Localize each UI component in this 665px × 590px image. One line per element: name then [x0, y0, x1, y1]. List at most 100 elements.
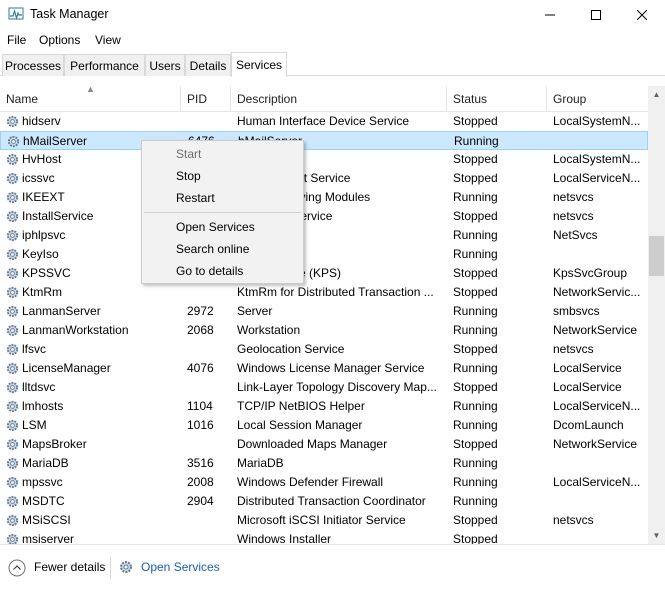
cell-status: Stopped: [453, 342, 498, 356]
cell-pid: 4076: [187, 361, 214, 375]
fewer-details-link[interactable]: Fewer details: [34, 560, 105, 574]
cell-status: Stopped: [453, 266, 498, 280]
scroll-up-icon[interactable]: ▲: [648, 86, 665, 103]
cell-status: Running: [454, 134, 499, 148]
cell-name: KtmRm: [22, 285, 62, 299]
cell-description: Windows Installer: [237, 532, 332, 544]
cell-group: NetworkService: [553, 323, 638, 337]
table-row[interactable]: MapsBroker Downloaded Maps Manager Stopped…: [0, 435, 648, 454]
table-row[interactable]: KPSSVCerver service (KPS)StoppedKpsSvcGr…: [0, 264, 648, 283]
table-row[interactable]: KeyIsoationRunning: [0, 245, 648, 264]
cell-pid: [187, 283, 229, 302]
table-row[interactable]: MSDTC 2904 Distributed Transaction Coordin…: [0, 492, 648, 511]
table-row[interactable]: IKEEXTIP IPsec Keying ModulesRunningnets…: [0, 188, 648, 207]
cell-status: Stopped: [453, 209, 498, 223]
cell-pid: 1104: [187, 399, 213, 413]
column-header-group[interactable]: Group: [547, 86, 648, 112]
cell-group: [554, 132, 648, 151]
table-row[interactable]: HvHostviceStoppedLocalSystemN...: [0, 150, 648, 169]
cell-group: LocalService: [553, 361, 622, 375]
scroll-down-icon[interactable]: ▼: [648, 527, 665, 544]
cell-description: Downloaded Maps Manager: [237, 437, 388, 451]
tab-details[interactable]: Details: [185, 54, 231, 76]
cell-status: Running: [453, 494, 498, 508]
cell-group: LocalService: [553, 380, 622, 394]
cell-name: lmhosts: [22, 399, 64, 413]
table-row[interactable]: msiserver Windows Installer Stopped: [0, 530, 648, 544]
cell-status: Running: [453, 399, 498, 413]
cell-name: mpssvc: [22, 475, 63, 489]
footer-divider: [110, 557, 111, 579]
vertical-scrollbar[interactable]: ▲ ▼: [648, 86, 665, 544]
column-header-description[interactable]: Description: [231, 86, 447, 112]
tab-performance[interactable]: Performance: [64, 54, 145, 76]
service-gear-icon: [6, 267, 19, 280]
cell-group: NetSvcs: [553, 228, 598, 242]
table-row[interactable]: lfsvc Geolocation Service Stopped netsvcs: [0, 340, 648, 359]
minimize-button[interactable]: [527, 0, 573, 30]
service-gear-icon: [6, 400, 19, 413]
table-row[interactable]: LanmanServer 2972 Server Running smbsvcs: [0, 302, 648, 321]
table-row[interactable]: lltdsvc Link-Layer Topology Discovery Map…: [0, 378, 648, 397]
cell-status: Stopped: [453, 437, 498, 451]
table-row[interactable]: LSM 1016 Local Session Manager Running DcomL…: [0, 416, 648, 435]
menu-options[interactable]: Options: [39, 33, 80, 47]
menu-item-stop[interactable]: Stop: [176, 169, 201, 183]
tab-processes[interactable]: Processes: [2, 54, 64, 76]
menu-item-search-online[interactable]: Search online: [176, 242, 249, 256]
scrollbar-thumb[interactable]: [649, 236, 664, 276]
service-gear-icon: [6, 229, 19, 242]
service-gear-icon: [6, 324, 19, 337]
menu-item-go-to-details[interactable]: Go to details: [176, 264, 243, 278]
maximize-button[interactable]: [573, 0, 619, 30]
cell-group: LocalServiceN...: [553, 171, 641, 185]
cell-name: MapsBroker: [22, 437, 87, 451]
table-row[interactable]: mpssvc 2008 Windows Defender Firewall Runni…: [0, 473, 648, 492]
table-row[interactable]: icssvcobile Hotspot ServiceStoppedLocalS…: [0, 169, 648, 188]
cell-pid: [187, 530, 229, 544]
cell-pid: 2972: [187, 304, 214, 318]
cell-description: Server: [237, 304, 273, 318]
tab-users[interactable]: Users: [145, 54, 185, 76]
menu-item-open-services[interactable]: Open Services: [176, 220, 255, 234]
menu-item-start: Start: [176, 147, 202, 161]
cell-status: Stopped: [453, 380, 498, 394]
open-services-link[interactable]: Open Services: [141, 560, 220, 574]
table-row[interactable]: MariaDB 3516 MariaDB Running: [0, 454, 648, 473]
column-header-pid[interactable]: PID: [181, 86, 231, 112]
table-row[interactable]: hidserv Human Interface Device Service Sto…: [0, 112, 648, 131]
table-row[interactable]: MSiSCSI Microsoft iSCSI Initiator Service…: [0, 511, 648, 530]
menu-separator: [144, 212, 301, 213]
table-row[interactable]: hMailServer6476hMailServerRunning: [0, 131, 648, 150]
tab-services[interactable]: Services: [231, 52, 287, 77]
service-gear-icon: [6, 115, 19, 128]
cell-description: Windows License Manager Service: [237, 361, 425, 375]
cell-status: Stopped: [453, 152, 498, 166]
table-row[interactable]: lmhosts 1104 TCP/IP NetBIOS Helper Running L…: [0, 397, 648, 416]
services-gear-icon: [120, 561, 132, 573]
cell-status: Running: [453, 190, 498, 204]
menu-item-restart[interactable]: Restart: [176, 191, 215, 205]
close-button[interactable]: [619, 0, 665, 30]
cell-group: [553, 492, 647, 511]
cell-group: netsvcs: [553, 342, 594, 356]
column-header-status[interactable]: Status: [447, 86, 547, 112]
menu-file[interactable]: File: [7, 33, 26, 47]
table-row[interactable]: LicenseManager 4076 Windows License Manage…: [0, 359, 648, 378]
fewer-details-icon[interactable]: [8, 559, 26, 577]
column-header-name[interactable]: Name: [0, 86, 181, 112]
cell-pid: 3516: [187, 456, 214, 470]
menu-view[interactable]: View: [95, 33, 121, 47]
table-row[interactable]: LanmanWorkstation 2068 Workstation Running N…: [0, 321, 648, 340]
service-gear-icon: [6, 419, 19, 432]
minimize-icon: [545, 14, 555, 16]
cell-description: TCP/IP NetBIOS Helper: [237, 399, 365, 413]
cell-description: Microsoft iSCSI Initiator Service: [237, 513, 406, 527]
service-gear-icon: [6, 343, 19, 356]
table-row[interactable]: iphlpsvc Running NetSvcs: [0, 226, 648, 245]
service-gear-icon: [6, 438, 19, 451]
table-row[interactable]: KtmRm KtmRm for Distributed Transaction .…: [0, 283, 648, 302]
table-row[interactable]: InstallServiceore Install ServiceStopped…: [0, 207, 648, 226]
cell-group: LocalServiceN...: [553, 399, 641, 413]
services-table: ▲ Name PID Description Status Group hids…: [0, 86, 648, 544]
